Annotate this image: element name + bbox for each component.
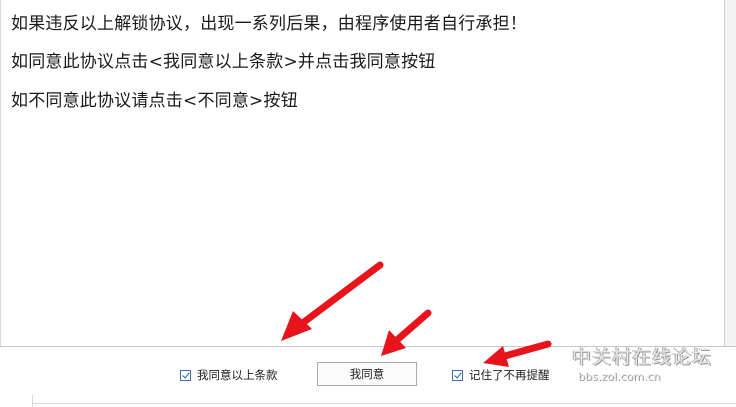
agree-button[interactable]: 我同意 xyxy=(317,362,417,386)
checkbox-checked-icon[interactable] xyxy=(180,369,191,381)
remember-checkbox[interactable]: 记住了不再提醒 xyxy=(452,368,550,382)
agreement-line-agree-instructions: 如同意此协议点击<我同意以上条款>并点击我同意按钮 xyxy=(11,52,436,72)
agree-terms-label: 我同意以上条款 xyxy=(197,368,278,382)
agreement-line-disagree-instructions: 如不同意此协议请点击<不同意>按钮 xyxy=(11,91,298,111)
watermark-brand: 中关村在线论坛 xyxy=(572,346,713,368)
watermark-url: bbs.zol.com.cn xyxy=(578,370,661,383)
footer-bottom-line xyxy=(32,403,736,404)
content-right-border xyxy=(724,0,725,346)
footer-bottom-stub xyxy=(32,395,33,407)
agreement-content: 如果违反以上解锁协议，出现一系列后果，由程序使用者自行承担！ 如同意此协议点击<… xyxy=(0,0,724,346)
remember-label: 记住了不再提醒 xyxy=(469,368,550,382)
checkbox-checked-icon[interactable] xyxy=(452,369,463,381)
agree-terms-checkbox[interactable]: 我同意以上条款 xyxy=(180,368,278,382)
agreement-line-consequences: 如果违反以上解锁协议，出现一系列后果，由程序使用者自行承担！ xyxy=(11,14,527,34)
